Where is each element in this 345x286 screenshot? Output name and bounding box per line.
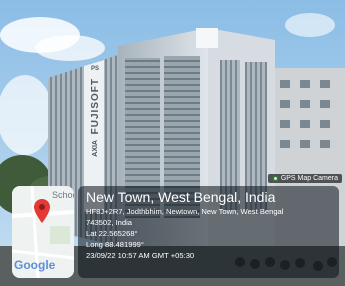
pin-icon [272, 175, 279, 182]
sign-brand: FUJISOFT [89, 78, 101, 135]
location-info-panel: New Town, West Bengal, India HF8J+2R7, J… [78, 186, 339, 278]
photo-frame: PS FUJISOFT AXIA GPS Map Camera Schoo Go… [0, 0, 345, 286]
address-line-2: 743502, India [86, 218, 133, 227]
location-pin-icon [34, 199, 50, 223]
address-line-1: HF8J+2R7, Jodthbhim, Newtown, New Town, … [86, 207, 284, 216]
sign-top: PS [90, 66, 99, 72]
map-poi-label: Schoo [52, 190, 74, 200]
badge-label: GPS Map Camera [280, 175, 338, 182]
google-logo: Google [14, 258, 56, 272]
datetime: 23/09/22 10:57 AM GMT +05:30 [86, 251, 195, 260]
map-thumbnail: Schoo Google [12, 186, 74, 278]
longitude: Long 88.481999° [86, 240, 144, 249]
app-badge: GPS Map Camera [267, 174, 342, 183]
place-name: New Town, West Bengal, India [86, 189, 276, 205]
sign-bottom: AXIA [91, 140, 99, 158]
latitude: Lat 22.565268° [86, 229, 138, 238]
